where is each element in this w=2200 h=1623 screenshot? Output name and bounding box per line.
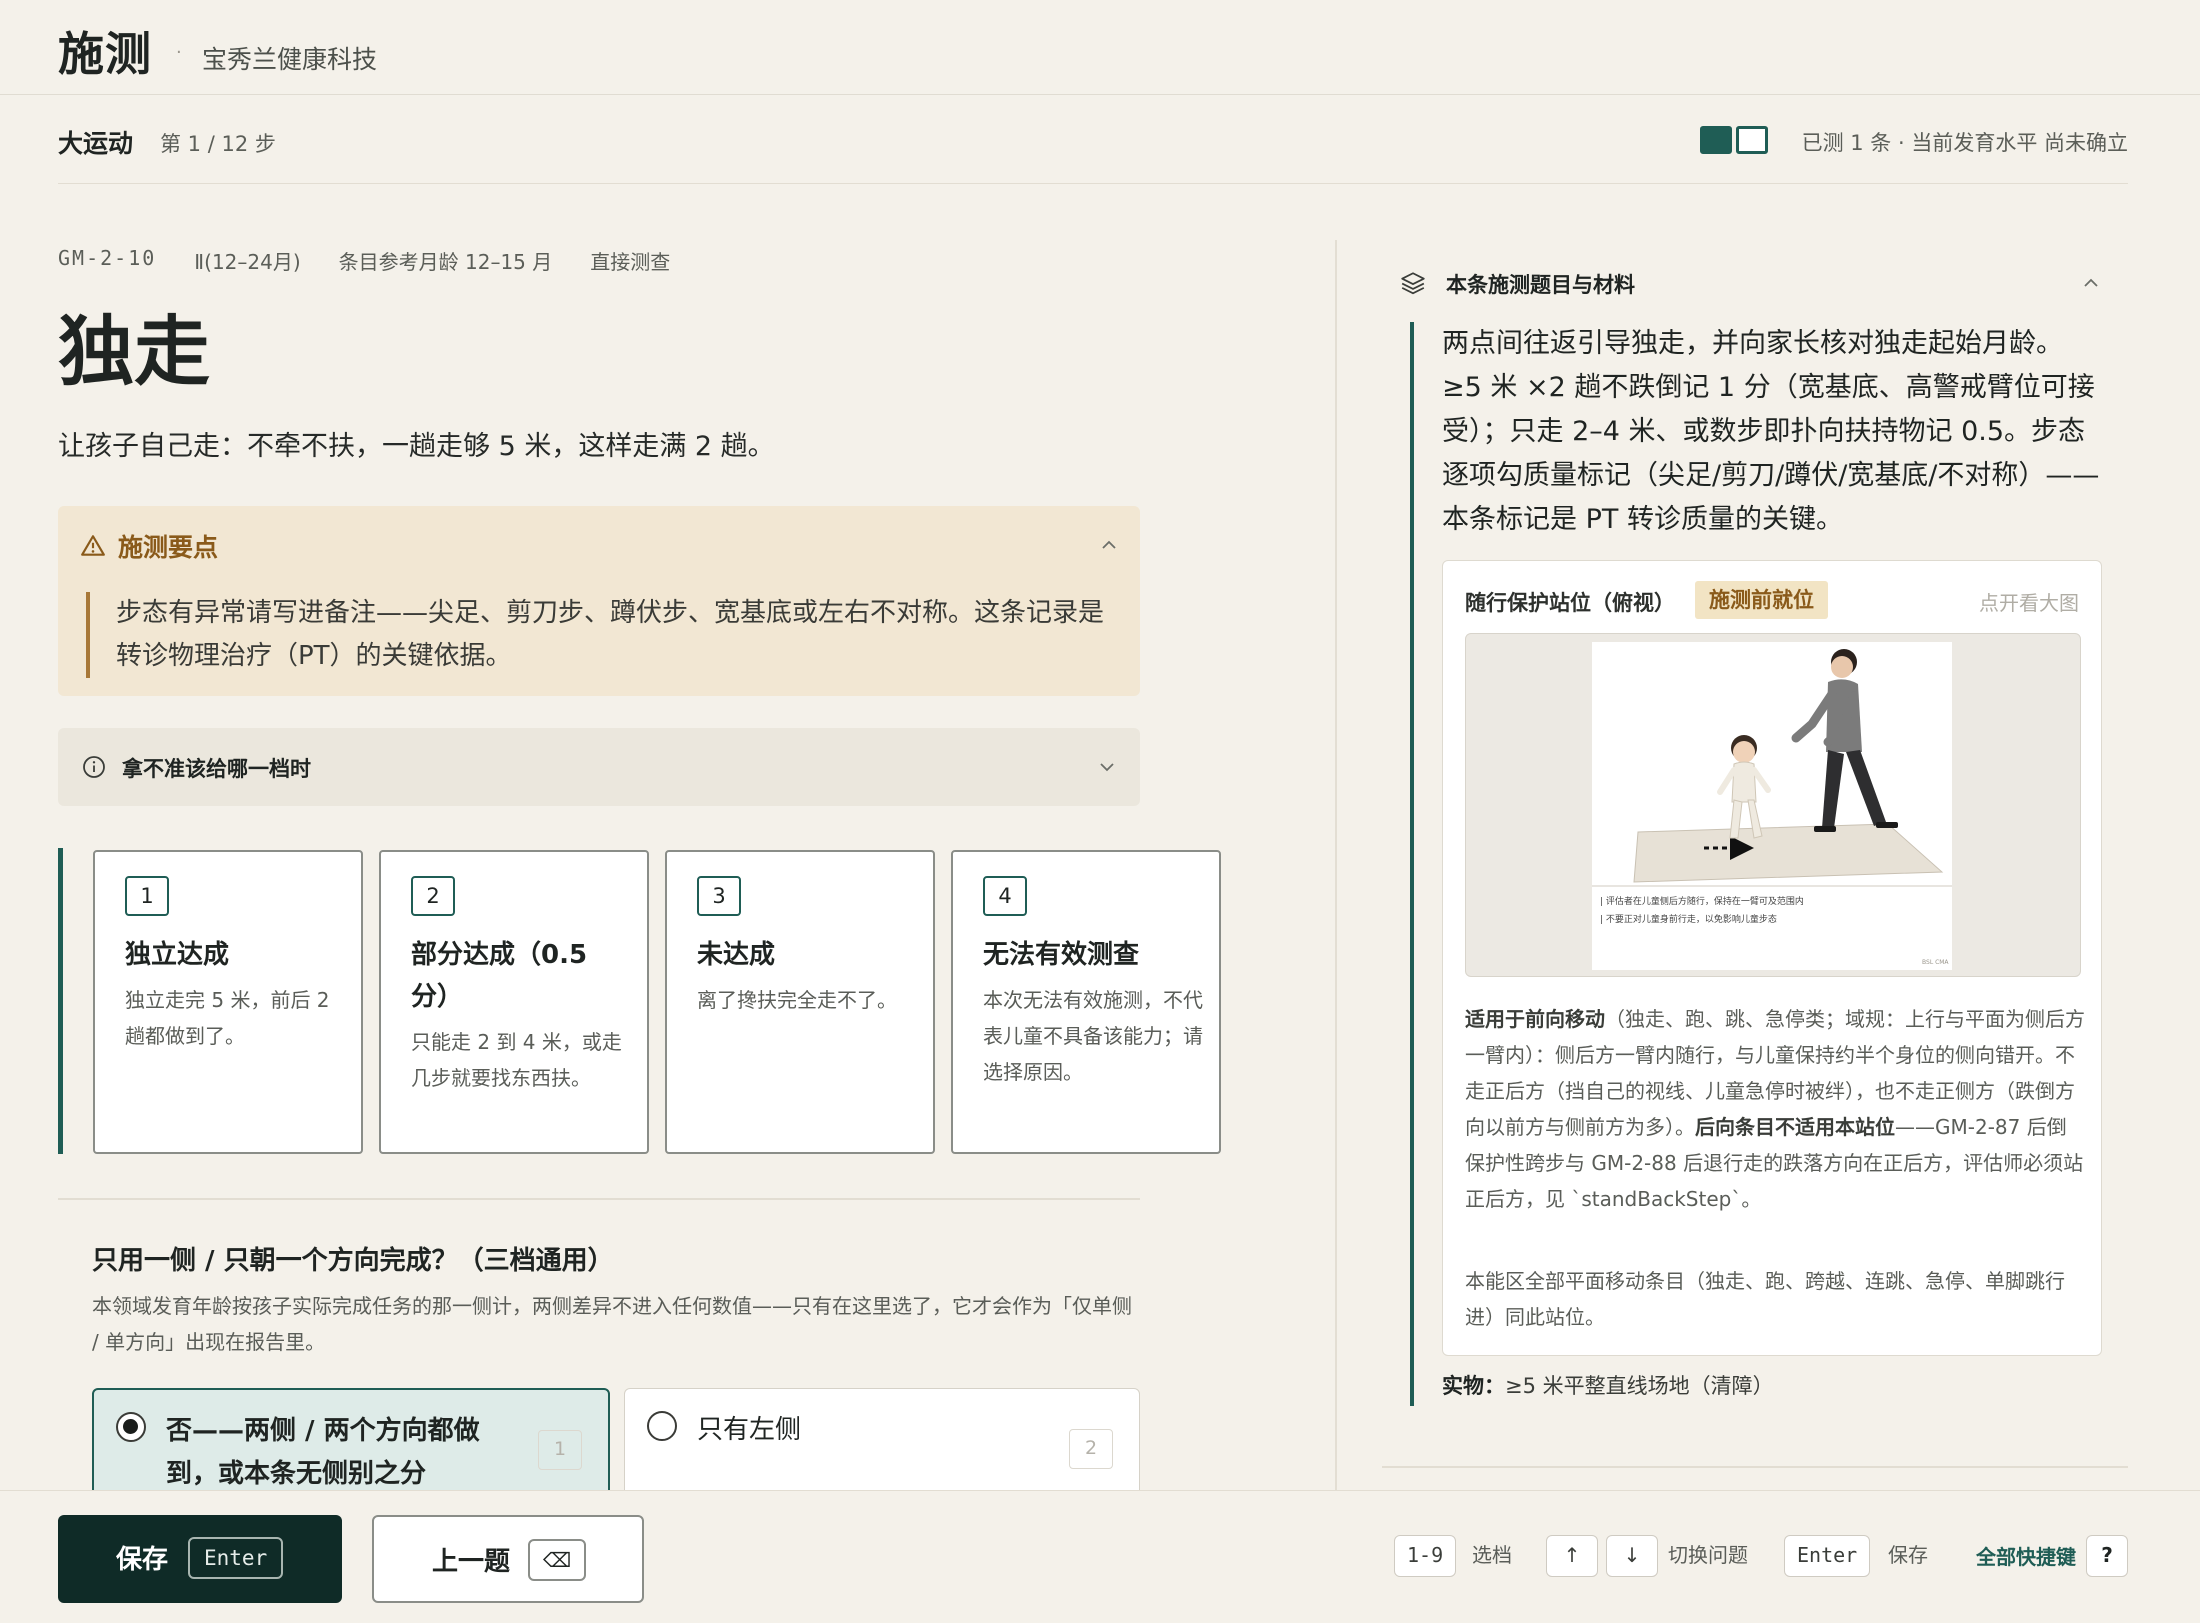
top-bar: 施测 · 宝秀兰健康科技 bbox=[0, 0, 2200, 95]
hotkey-up: ↑ bbox=[1546, 1535, 1598, 1577]
item-code: GM-2-10 bbox=[58, 246, 157, 270]
score-option-1[interactable]: 1 独立达成 独立走完 5 米，前后 2 趟都做到了。 bbox=[93, 850, 363, 1154]
laterality-choice-left[interactable]: 只有左侧 2 bbox=[624, 1388, 1140, 1498]
figure-caption-2: | 不要正对儿童身前行走，以免影响儿童步态 bbox=[1600, 913, 1777, 925]
option-desc: 独立走完 5 米，前后 2 趟都做到了。 bbox=[125, 988, 330, 1048]
option-desc: 本次无法有效施测，不代表儿童不具备该能力；请选择原因。 bbox=[983, 988, 1203, 1084]
info-icon bbox=[83, 756, 105, 778]
figure-mark: BSL CMA bbox=[1922, 959, 1949, 966]
section-title: 大运动 bbox=[58, 129, 134, 158]
step-indicator: 第 1 / 12 步 bbox=[160, 132, 276, 156]
card-tag: 施测前就位 bbox=[1695, 581, 1828, 619]
choice-label: 否——两侧 / 两个方向都做到，或本条无侧别之分 bbox=[166, 1416, 480, 1489]
material-label: 实物： bbox=[1442, 1374, 1505, 1398]
tips-header[interactable]: 施测要点 bbox=[80, 528, 218, 564]
option-title: 未达成 bbox=[697, 940, 776, 970]
option-number: 1 bbox=[125, 876, 169, 916]
notes-bold-1: 适用于前向移动 bbox=[1465, 1007, 1605, 1031]
hotkey-select-label: 选档 bbox=[1472, 1543, 1512, 1567]
hotkey-down: ↓ bbox=[1606, 1535, 1658, 1577]
figure-frame[interactable]: | 评估者在儿童侧后方随行，保持在一臂可及范围内 | 不要正对儿童身前行走，以免… bbox=[1465, 633, 2081, 977]
illustration-svg: | 评估者在儿童侧后方随行，保持在一臂可及范围内 | 不要正对儿童身前行走，以免… bbox=[1592, 649, 1952, 966]
hotkey-save: Enter bbox=[1784, 1535, 1871, 1577]
score-option-2[interactable]: 2 部分达成（0.5 分） 只能走 2 到 4 米，或走几步就要找东西扶。 bbox=[379, 850, 649, 1154]
unsure-title: 拿不准该给哪一档时 bbox=[122, 757, 311, 781]
notes-bold-2: 后向条目不适用本站位 bbox=[1695, 1115, 1895, 1139]
hotkey-select: 1-9 bbox=[1394, 1535, 1457, 1577]
guard-position-illustration: | 评估者在儿童侧后方随行，保持在一臂可及范围内 | 不要正对儿童身前行走，以免… bbox=[1592, 642, 1952, 970]
guard-position-card: 随行保护站位（俯视） 施测前就位 点开看大图 | 评估者在儿童侧后方随行，保持在… bbox=[1442, 560, 2102, 1356]
divider bbox=[1382, 1466, 2128, 1468]
choice-label: 只有左侧 bbox=[697, 1415, 802, 1445]
laterality-desc: 本领域发育年龄按孩子实际完成任务的那一侧计，两侧差异不进入任何数值——只有在这里… bbox=[92, 1294, 1132, 1354]
figure-caption-1: | 评估者在儿童侧后方随行，保持在一臂可及范围内 bbox=[1600, 895, 1804, 907]
all-hotkeys-link[interactable]: 全部快捷键 bbox=[1976, 1541, 2076, 1570]
tips-panel: 施测要点 步态有异常请写进备注——尖足、剪刀步、蹲伏步、宽基底或左右不对称。这条… bbox=[58, 506, 1140, 696]
previous-label: 上一题 bbox=[432, 1547, 511, 1577]
zoom-link[interactable]: 点开看大图 bbox=[1979, 587, 2079, 616]
chevron-up-icon[interactable] bbox=[2082, 274, 2100, 292]
laterality-choice-both[interactable]: 否——两侧 / 两个方向都做到，或本条无侧别之分 1 bbox=[92, 1388, 610, 1498]
tips-title: 施测要点 bbox=[118, 533, 219, 562]
materials-body: 两点间往返引导独走，并向家长核对独走起始月龄。≥5 米 ×2 趟不跌倒记 1 分… bbox=[1410, 322, 2102, 1406]
hotkey-switch-label: 切换问题 bbox=[1668, 1543, 1748, 1567]
progress-text: 已测 1 条 · 当前发育水平 尚未确立 bbox=[1801, 131, 2128, 155]
procedure-text: 两点间往返引导独走，并向家长核对独走起始月龄。≥5 米 ×2 趟不跌倒记 1 分… bbox=[1442, 328, 2100, 535]
materials-list: 实物：≥5 米平整直线场地（清障） bbox=[1442, 1370, 1774, 1400]
tips-body: 步态有异常请写进备注——尖足、剪刀步、蹲伏步、宽基底或左右不对称。这条记录是转诊… bbox=[86, 592, 1116, 678]
help-button[interactable]: ? bbox=[2086, 1535, 2128, 1577]
backspace-hotkey: ⌫ bbox=[528, 1539, 586, 1581]
save-label: 保存 bbox=[116, 1545, 169, 1575]
material-text: ≥5 米平整直线场地（清障） bbox=[1505, 1374, 1774, 1398]
hotkey-save-label: 保存 bbox=[1888, 1543, 1928, 1567]
guard-position-notes: 适用于前向移动（独走、跑、跳、急停类；域规：上行与平面为侧后方一臂内）：侧后方一… bbox=[1465, 1001, 2085, 1217]
previous-button[interactable]: 上一题 ⌫ bbox=[372, 1515, 644, 1603]
progress-indicator bbox=[1700, 126, 1772, 156]
choice-hotkey: 2 bbox=[1069, 1429, 1113, 1469]
progress-segment-done bbox=[1700, 126, 1732, 154]
card-title: 随行保护站位（俯视） bbox=[1465, 591, 1675, 615]
progress-segment-pending bbox=[1736, 126, 1768, 154]
chevron-down-icon[interactable] bbox=[1098, 758, 1116, 776]
option-title: 独立达成 bbox=[125, 940, 230, 970]
item-title: 独走 bbox=[58, 307, 210, 396]
org-name: 宝秀兰健康科技 bbox=[202, 45, 378, 74]
item-instruction: 让孩子自己走：不牵不扶，一趟走够 5 米，这样走满 2 趟。 bbox=[58, 431, 775, 462]
guard-position-scope: 本能区全部平面移动条目（独走、跑、跨越、连跳、急停、单脚跳行进）同此站位。 bbox=[1465, 1269, 2065, 1329]
choice-hotkey: 1 bbox=[538, 1430, 582, 1470]
column-divider bbox=[1335, 240, 1337, 1492]
footer-bar: 保存 Enter 上一题 ⌫ 1-9 选档 ↑ ↓ 切换问题 Enter 保存 … bbox=[0, 1490, 2200, 1623]
save-hotkey: Enter bbox=[188, 1537, 284, 1579]
item-age-band: Ⅱ(12–24月) bbox=[194, 250, 301, 274]
save-button[interactable]: 保存 Enter bbox=[58, 1515, 342, 1603]
laterality-question: 只用一侧 / 只朝一个方向完成？（三档通用） bbox=[92, 1246, 614, 1276]
radio-unselected[interactable] bbox=[647, 1411, 677, 1441]
materials-header[interactable]: 本条施测题目与材料 bbox=[1400, 266, 2100, 306]
brand-separator: · bbox=[176, 42, 182, 63]
unsure-accordion[interactable]: 拿不准该给哪一档时 bbox=[58, 728, 1140, 806]
option-number: 2 bbox=[411, 876, 455, 916]
option-title: 部分达成（0.5 分） bbox=[411, 940, 588, 1012]
divider bbox=[58, 1198, 1140, 1200]
radio-selected[interactable] bbox=[116, 1412, 146, 1442]
materials-title: 本条施测题目与材料 bbox=[1446, 273, 1635, 297]
option-title: 无法有效测查 bbox=[983, 940, 1140, 970]
score-option-3[interactable]: 3 未达成 离了搀扶完全走不了。 bbox=[665, 850, 935, 1154]
score-options: 1 独立达成 独立走完 5 米，前后 2 趟都做到了。 2 部分达成（0.5 分… bbox=[58, 848, 1221, 1154]
option-number: 4 bbox=[983, 876, 1027, 916]
app-title: 施测 bbox=[58, 27, 152, 81]
item-method: 直接测查 bbox=[590, 250, 671, 274]
layers-icon bbox=[1401, 272, 1425, 295]
section-header: 大运动 第 1 / 12 步 已测 1 条 · 当前发育水平 尚未确立 bbox=[58, 120, 2128, 184]
option-desc: 离了搀扶完全走不了。 bbox=[697, 988, 897, 1012]
score-option-4[interactable]: 4 无法有效测查 本次无法有效施测，不代表儿童不具备该能力；请选择原因。 bbox=[951, 850, 1221, 1154]
option-number: 3 bbox=[697, 876, 741, 916]
item-ref-age: 条目参考月龄 12–15 月 bbox=[338, 250, 553, 274]
warning-icon bbox=[81, 535, 105, 556]
item-meta: GM-2-10 Ⅱ(12–24月) 条目参考月龄 12–15 月 直接测查 bbox=[58, 246, 670, 275]
option-desc: 只能走 2 到 4 米，或走几步就要找东西扶。 bbox=[411, 1030, 622, 1090]
chevron-up-icon[interactable] bbox=[1100, 536, 1118, 554]
